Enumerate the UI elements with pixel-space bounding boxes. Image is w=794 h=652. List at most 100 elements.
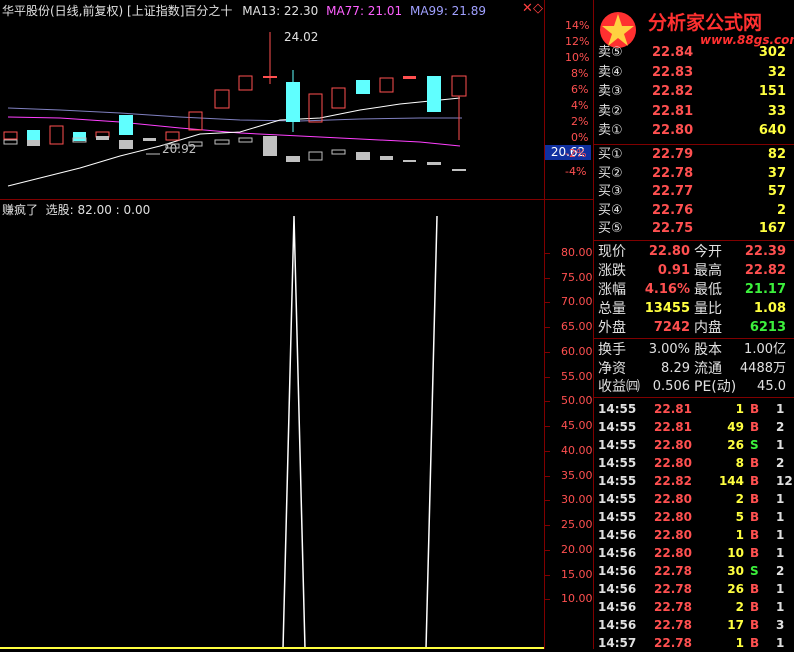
axis-tick: 14% <box>565 19 590 32</box>
axis-tick-mark <box>545 599 550 601</box>
axis-tick: 80.00 <box>561 245 593 259</box>
quote-value: 13455 <box>644 301 690 316</box>
axis-tick: 30.00 <box>561 493 593 507</box>
fund-label: 净资 <box>598 360 626 377</box>
axis-tick: 12% <box>565 35 590 48</box>
ask-volume: 33 <box>767 103 786 119</box>
axis-tick-mark <box>545 574 550 576</box>
tick-count: 2 <box>776 456 785 470</box>
tick-price: 22.80 <box>654 438 692 452</box>
fund-value: 3.00% <box>648 342 690 357</box>
quote-label: 最高 <box>694 263 722 279</box>
fund-label: 收益㈣ <box>598 379 640 395</box>
tick-volume: 1 <box>735 528 744 542</box>
tick-count: 1 <box>776 528 785 542</box>
quote-value: 22.80 <box>648 244 690 259</box>
ask-price[interactable]: 22.82 <box>652 83 693 101</box>
quote-divider <box>594 338 794 339</box>
tick-count: 1 <box>776 438 785 452</box>
axis-tick: 40.00 <box>561 443 593 457</box>
tick-count: 1 <box>776 636 785 650</box>
axis-tick: 25.00 <box>561 518 593 532</box>
tick-count: 1 <box>776 546 785 560</box>
axis-tick-mark <box>545 327 550 329</box>
quote-label: 今开 <box>694 244 722 260</box>
axis-tick: 6% <box>571 83 589 96</box>
tick-time: 14:55 <box>598 456 637 470</box>
tick-volume: 26 <box>727 438 744 452</box>
fund-value: 0.506 <box>652 379 690 394</box>
quote-value: 4.16% <box>644 282 690 297</box>
fund-value: 1.00亿 <box>744 342 786 357</box>
ask-volume: 32 <box>767 64 786 80</box>
orderbook-divider <box>594 144 794 145</box>
price-chart[interactable] <box>0 14 544 199</box>
ask-price[interactable]: 22.80 <box>652 122 693 140</box>
fund-value: 4488万 <box>739 360 786 376</box>
tick-price: 22.80 <box>654 456 692 470</box>
ask-price[interactable]: 22.83 <box>652 64 693 82</box>
price-axis: 14% 12% 10% 8% 6% 4% 2% 0% -2% -4% <box>545 14 593 184</box>
tick-volume: 144 <box>718 474 744 488</box>
axis-tick: 65.00 <box>561 320 593 334</box>
tick-volume: 10 <box>727 546 744 560</box>
tick-volume: 2 <box>735 492 744 506</box>
indicator-chart[interactable] <box>0 216 544 649</box>
quote-label: 涨跌 <box>598 263 626 279</box>
ask-label: 卖① <box>598 123 623 138</box>
tick-price: 22.80 <box>654 546 692 560</box>
tick-count: 12 <box>776 474 793 488</box>
bid-price[interactable]: 22.76 <box>652 202 693 220</box>
tick-volume: 30 <box>727 564 744 578</box>
axis-tick: 20.00 <box>561 542 593 556</box>
bid-price[interactable]: 22.78 <box>652 165 693 183</box>
axis-tick-mark <box>545 549 550 551</box>
bid-price[interactable]: 22.77 <box>652 183 693 201</box>
bid-label: 买④ <box>598 202 623 218</box>
ask-price[interactable]: 22.81 <box>652 103 693 121</box>
tick-count: 2 <box>776 420 785 434</box>
ask-price[interactable]: 22.84 <box>652 44 693 62</box>
tick-time: 14:56 <box>598 600 637 614</box>
axis-tick: 70.00 <box>561 295 593 309</box>
tick-count: 1 <box>776 510 785 524</box>
candles <box>3 32 467 145</box>
fund-label: 流通 <box>694 360 722 377</box>
brand-title: 分析家公式网 <box>648 12 763 34</box>
axis-tick: 45.00 <box>561 419 593 433</box>
fund-value: 8.29 <box>661 360 690 376</box>
tick-price: 22.78 <box>654 618 692 632</box>
axis-tick: 10.00 <box>561 592 593 606</box>
fund-value: 45.0 <box>757 379 786 394</box>
fund-divider <box>594 397 794 398</box>
bid-volume: 37 <box>767 165 786 181</box>
bid-label: 买⑤ <box>598 221 623 236</box>
tick-volume: 26 <box>727 582 744 596</box>
tick-side: B <box>750 528 760 542</box>
bid-divider <box>594 240 794 241</box>
quote-label: 现价 <box>598 244 626 260</box>
ask-label: 卖② <box>598 103 623 119</box>
tick-volume: 1 <box>735 402 744 416</box>
bid-label: 买③ <box>598 184 623 199</box>
axis-tick: 55.00 <box>561 369 593 383</box>
bid-price[interactable]: 22.79 <box>652 146 693 164</box>
quote-value: 6213 <box>749 320 786 335</box>
axis-tick: 0% <box>571 131 589 144</box>
tick-time: 14:56 <box>598 582 637 596</box>
tick-time: 14:55 <box>598 420 637 434</box>
tick-price: 22.78 <box>654 582 692 596</box>
bid-volume: 167 <box>758 221 786 236</box>
ask-label: 卖③ <box>598 84 623 99</box>
bid-price[interactable]: 22.75 <box>652 220 693 238</box>
tick-side: B <box>750 582 760 596</box>
ask-volume: 151 <box>758 84 786 99</box>
tick-time: 14:56 <box>598 528 637 542</box>
axis-tick: 60.00 <box>561 344 593 358</box>
fund-label: 股本 <box>694 342 722 358</box>
axis-tick: 75.00 <box>561 270 593 284</box>
quote-value: 0.91 <box>657 263 690 278</box>
ask-volume: 302 <box>758 45 786 60</box>
tick-count: 1 <box>776 582 785 596</box>
tick-time: 14:55 <box>598 402 637 416</box>
